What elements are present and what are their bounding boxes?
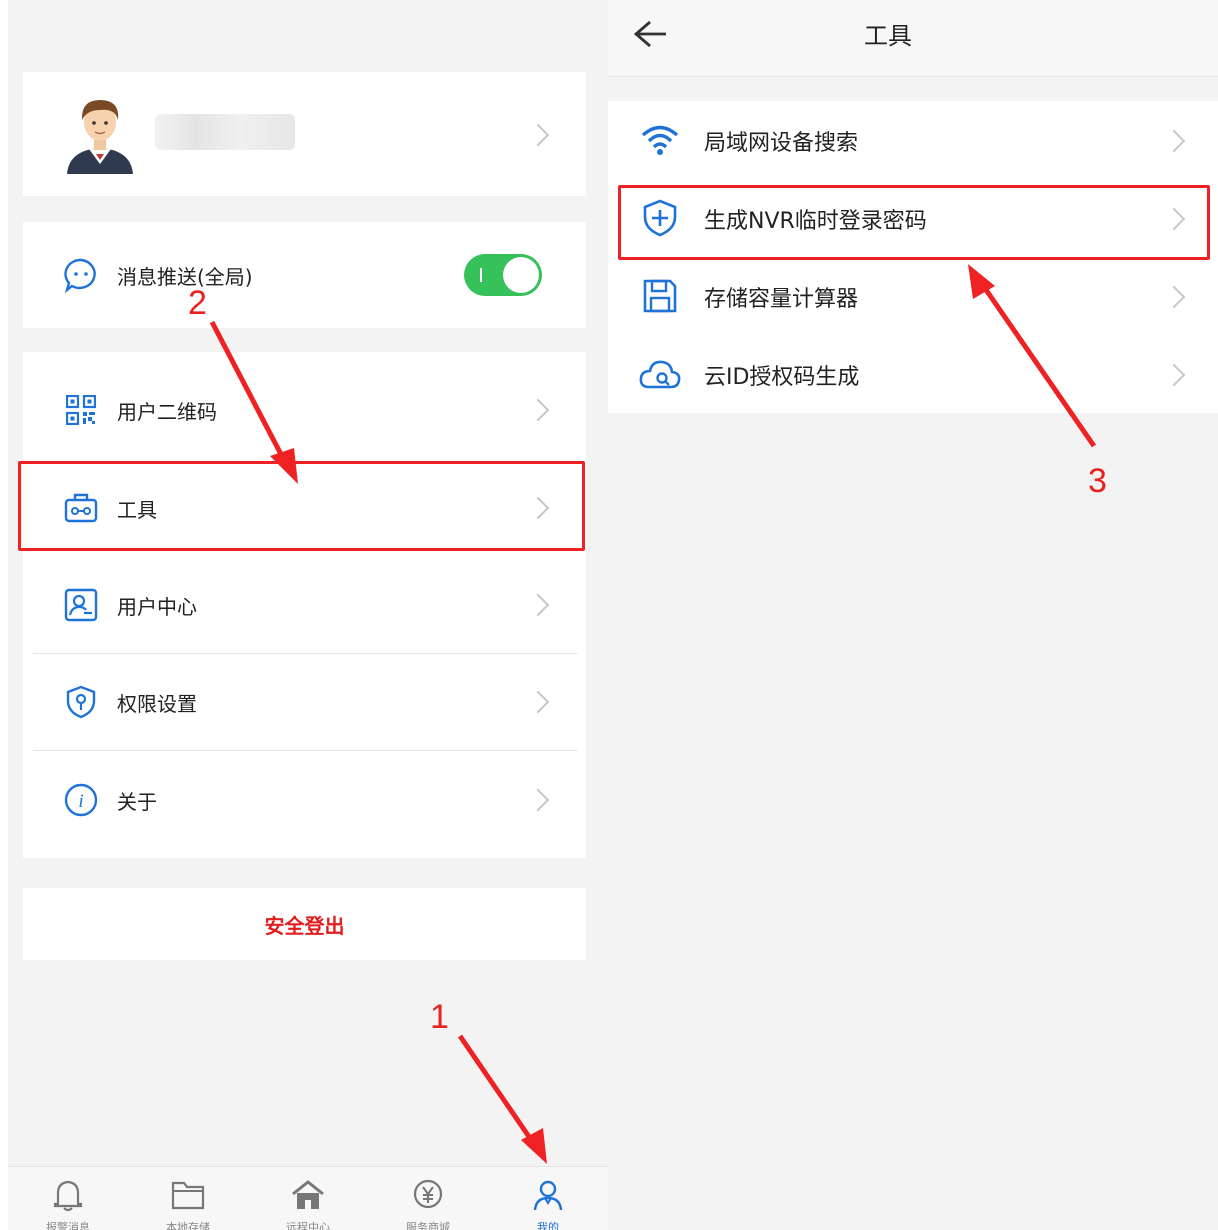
annotation-arrows xyxy=(209,264,1097,1164)
arrow-head-2 xyxy=(270,448,298,484)
